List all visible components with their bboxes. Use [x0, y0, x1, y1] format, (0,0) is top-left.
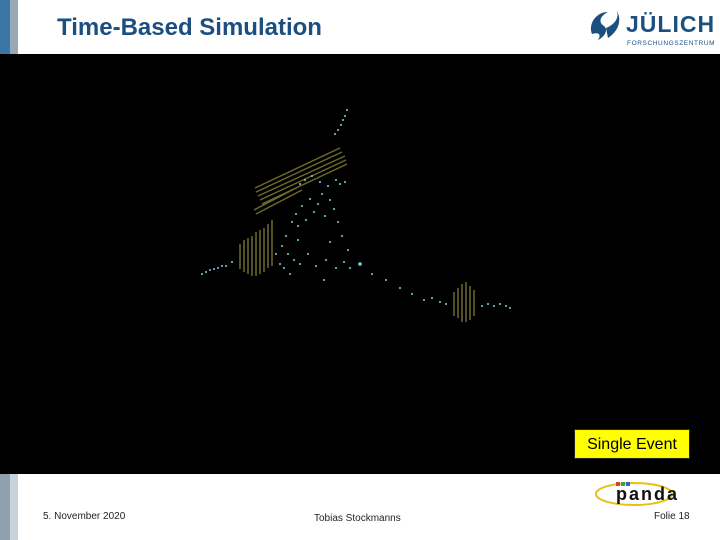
- panda-logo-text: panda: [616, 484, 679, 504]
- left-bar-bottom-segment-light: [10, 474, 18, 540]
- left-bar-top-segment: [0, 0, 10, 54]
- single-event-label: Single Event: [574, 429, 690, 459]
- event-display-graphic: [201, 109, 511, 322]
- footer-slide-number: Folie 18: [654, 511, 690, 522]
- panda-logo: panda: [595, 482, 679, 506]
- central-hit-cluster: [275, 175, 362, 281]
- left-track-hits: [201, 261, 233, 275]
- detector-slabs: [239, 147, 475, 322]
- upper-track-hits: [334, 109, 348, 135]
- left-bar-top-segment-light: [10, 0, 18, 54]
- right-track-hits: [371, 273, 511, 309]
- juelich-logo-subtitle: FORSCHUNGSZENTRUM: [627, 40, 716, 47]
- footer-author: Tobias Stockmanns: [314, 513, 401, 524]
- left-bar-bottom-segment: [0, 474, 10, 540]
- slide-title: Time-Based Simulation: [57, 14, 322, 41]
- juelich-logo-name: JÜLICH: [626, 11, 716, 37]
- footer-date: 5. November 2020: [43, 511, 126, 522]
- juelich-swoosh-icon: [590, 10, 620, 40]
- juelich-logo: JÜLICH FORSCHUNGSZENTRUM: [586, 8, 715, 50]
- event-display-viewport[interactable]: [0, 54, 720, 474]
